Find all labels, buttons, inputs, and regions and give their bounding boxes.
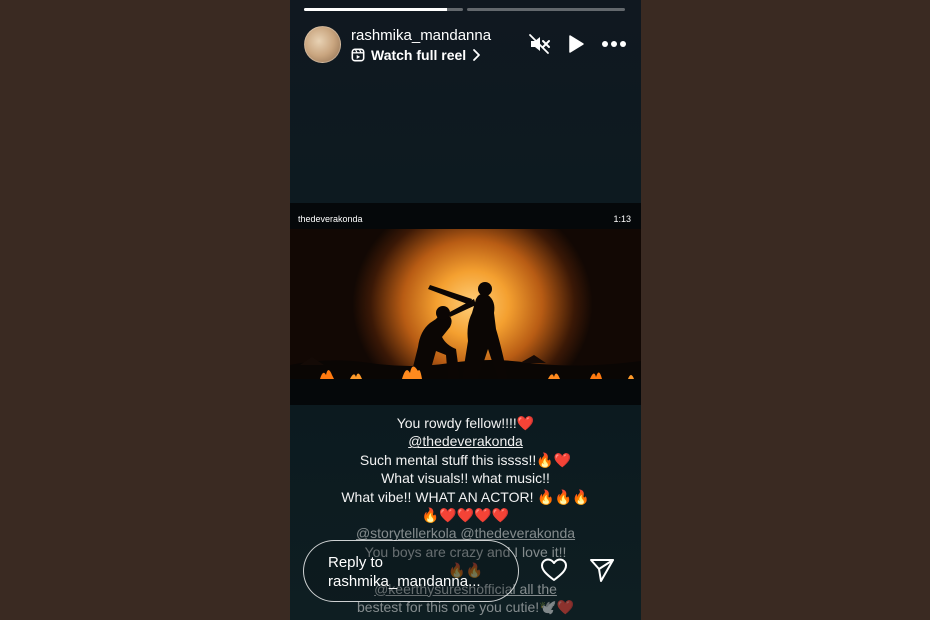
avatar[interactable] xyxy=(304,26,341,63)
reply-input[interactable]: Reply to rashmika_mandanna... xyxy=(303,540,519,602)
header-controls xyxy=(527,32,627,56)
caption-line: Such mental stuff this issss!!🔥❤️ xyxy=(359,451,572,468)
caption-line: What visuals!! what music!! xyxy=(381,470,550,487)
send-icon xyxy=(590,559,614,582)
story-header: rashmika_mandanna Watch full reel xyxy=(304,26,627,64)
reply-placeholder-line1: Reply to xyxy=(328,554,384,571)
caption-line: You rowdy fellow!!!!❤️ xyxy=(396,415,535,431)
like-button[interactable] xyxy=(540,557,568,583)
watch-full-reel-link[interactable]: Watch full reel xyxy=(351,47,481,63)
username[interactable]: rashmika_mandanna xyxy=(351,27,496,44)
fight-silhouette-image xyxy=(290,282,641,379)
share-button[interactable] xyxy=(588,556,616,584)
progress-segment xyxy=(304,8,463,11)
story-viewer[interactable]: rashmika_mandanna Watch full reel thedev… xyxy=(290,0,641,620)
play-icon xyxy=(569,35,584,53)
progress-segment xyxy=(466,8,625,11)
story-progress xyxy=(304,8,625,11)
reply-placeholder-line2: rashmika_mandanna... xyxy=(328,573,481,590)
progress-fill xyxy=(304,8,447,11)
chevron-right-icon xyxy=(473,49,481,61)
more-button[interactable] xyxy=(601,33,627,55)
caption-line: What vibe!! WHAT AN ACTOR! 🔥🔥🔥 xyxy=(341,488,590,505)
reel-meta: thedeverakonda 1:13 xyxy=(298,214,631,224)
reel-icon xyxy=(351,48,365,62)
reel-preview[interactable]: thedeverakonda 1:13 xyxy=(290,203,641,405)
screen: rashmika_mandanna Watch full reel thedev… xyxy=(0,0,930,620)
story-actions xyxy=(540,556,616,584)
caption-mention[interactable]: @thedeverakonda xyxy=(290,432,641,450)
heart-icon xyxy=(541,558,567,581)
watch-full-reel-label: Watch full reel xyxy=(371,47,467,63)
mute-icon xyxy=(529,34,550,54)
reel-duration: 1:13 xyxy=(613,214,631,224)
mute-button[interactable] xyxy=(527,32,551,56)
play-button[interactable] xyxy=(565,33,587,55)
reel-account: thedeverakonda xyxy=(298,214,363,224)
more-icon xyxy=(602,41,626,47)
reel-thumbnail xyxy=(290,229,641,379)
caption-line: 🔥❤️❤️❤️❤️ xyxy=(421,507,510,524)
